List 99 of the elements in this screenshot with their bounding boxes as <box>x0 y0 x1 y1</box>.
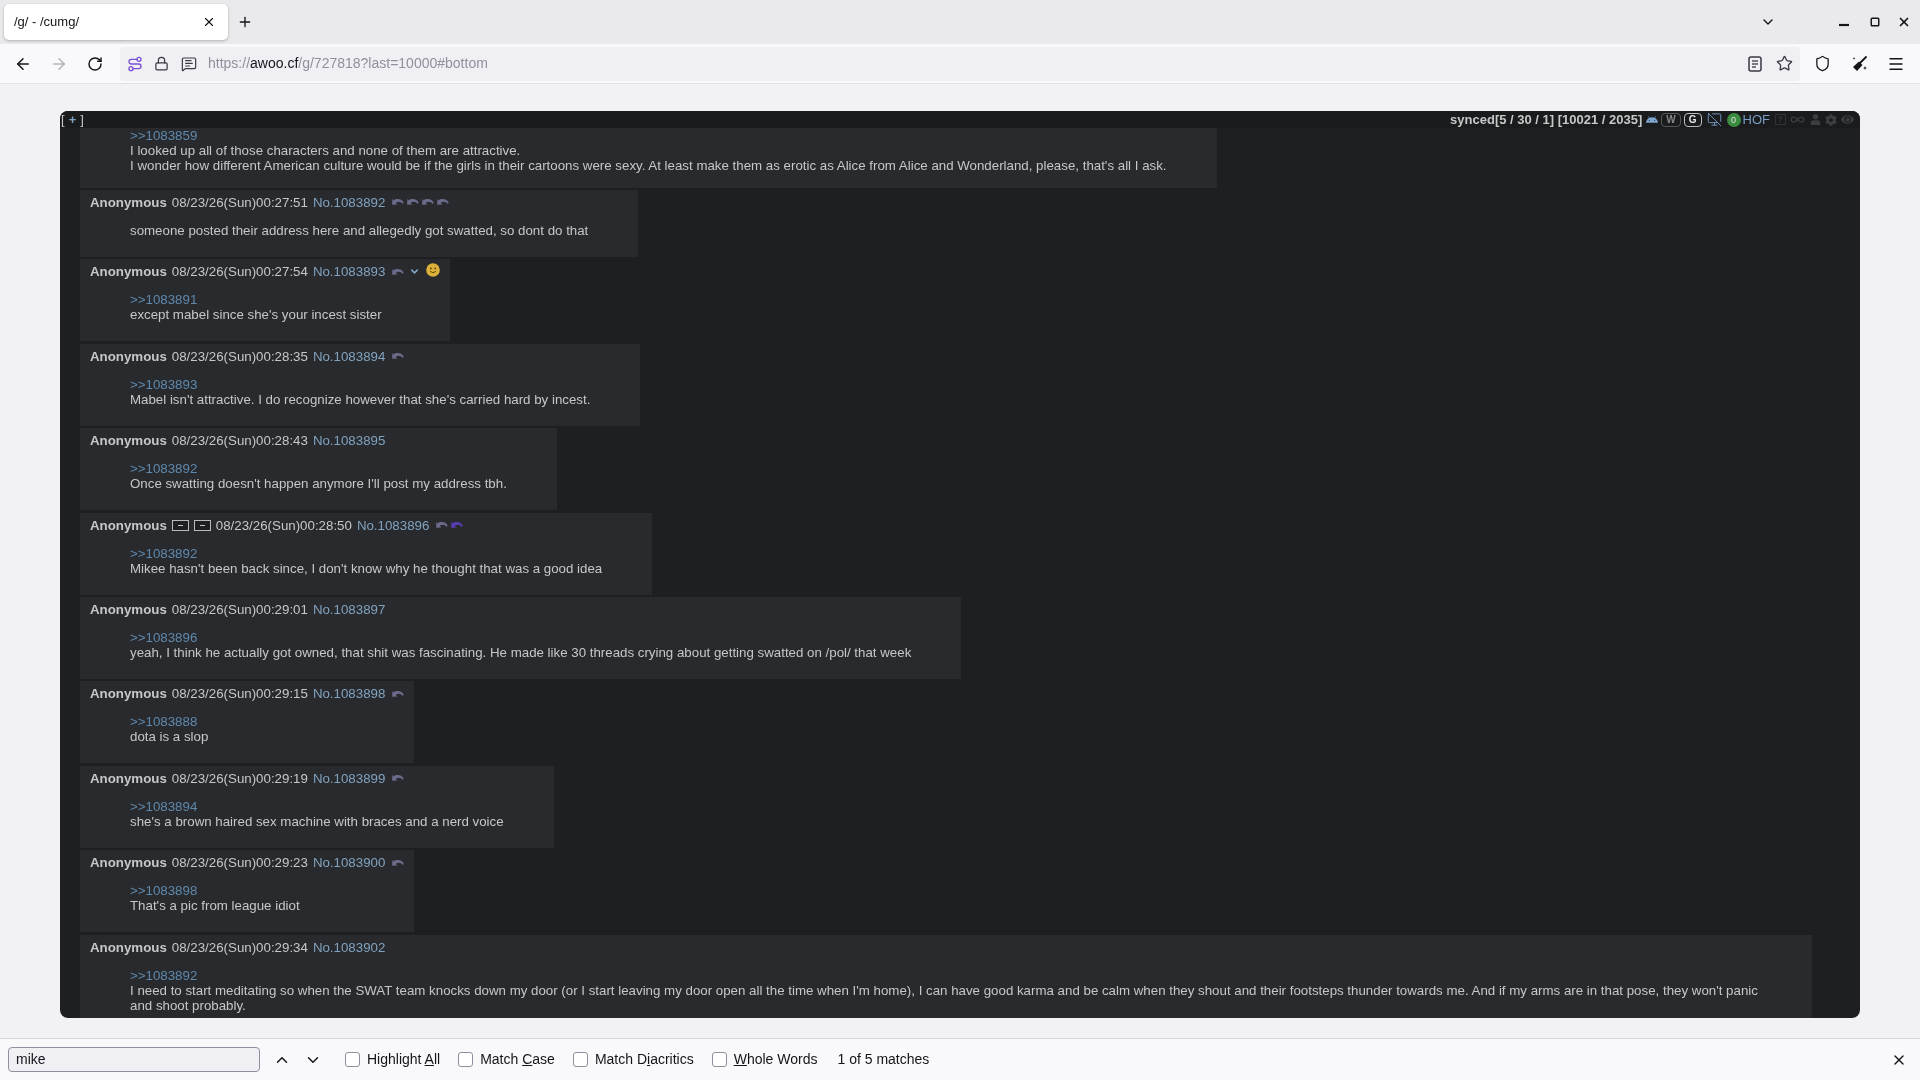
reply-arrow-icon[interactable] <box>407 198 420 207</box>
poster-name: Anonymous <box>90 939 167 955</box>
poster-name: Anonymous <box>90 264 167 280</box>
toggle-button[interactable]: W <box>1661 112 1681 127</box>
post-text: she's a brown haired sex machine with braces and a nerd voice <box>130 813 504 829</box>
checkbox[interactable] <box>711 1052 727 1067</box>
expand-bracket: ] <box>80 111 84 128</box>
new-tab-icon[interactable] <box>237 14 253 30</box>
android-icon[interactable] <box>1646 113 1659 126</box>
quote-link[interactable]: >>1083893 <box>130 376 198 392</box>
post-number-link[interactable]: No.1083897 <box>312 601 386 617</box>
post-date: 08/23/26(Sun)00:29:34 <box>171 939 308 955</box>
maximize-icon[interactable] <box>1870 17 1880 27</box>
post-text: I need to start meditating so when the SWAT team knocks down my door (or I start leaving my door open all the time when I'm home), I can have good karma and be calm when they shout and their footsteps thunder towards me. And if my arms are in that pose, they won't panic and shoot probably. <box>130 982 1758 1013</box>
post-date: 08/23/26(Sun)00:29:15 <box>171 686 308 702</box>
checkbox-label[interactable]: Whole Words <box>733 1049 818 1070</box>
post-text: someone posted their address here and allegedly got swatted, so dont do that <box>130 223 589 238</box>
post-date: 08/23/26(Sun)00:28:43 <box>171 433 308 449</box>
checkbox[interactable] <box>458 1052 474 1067</box>
post-text: except mabel since she's your incest sister <box>130 307 382 323</box>
poster-name: Anonymous <box>90 686 167 702</box>
minus-box-icon[interactable] <box>171 519 189 531</box>
post-date: 08/23/26(Sun)00:27:51 <box>171 195 308 210</box>
quote-link[interactable]: >>1083892 <box>130 461 198 477</box>
post-date: 08/23/26(Sun)00:27:54 <box>171 264 308 280</box>
match-count: 1 of 5 matches <box>837 1050 930 1069</box>
poster-name: Anonymous <box>90 770 167 786</box>
hof-link[interactable]: HOF <box>1742 111 1770 128</box>
post-date: 08/23/26(Sun)00:29:23 <box>171 855 308 871</box>
post-number-link[interactable]: No.1083898 <box>312 686 386 702</box>
reply-arrow-icon[interactable] <box>437 198 450 207</box>
reply-arrow-icon[interactable] <box>436 521 449 530</box>
close-icon[interactable] <box>1897 15 1911 29</box>
route-icon[interactable] <box>127 55 143 72</box>
post-date: 08/23/26(Sun)00:28:35 <box>171 348 308 364</box>
counter-badge: 0 <box>1726 112 1741 127</box>
reply-arrow-icon[interactable] <box>392 352 405 361</box>
reply-arrow-icon[interactable] <box>392 198 405 207</box>
reload-icon <box>87 55 103 72</box>
browser-tab[interactable]: /g/ - /cumg/ <box>4 4 228 40</box>
quote-link[interactable]: >>1083892 <box>130 545 198 561</box>
shield-icon[interactable] <box>1814 55 1831 72</box>
expand-button[interactable]: + <box>68 111 77 128</box>
broom-icon[interactable] <box>1851 54 1869 73</box>
close-icon[interactable] <box>202 15 216 29</box>
post-text: That's a pic from league idiot <box>130 898 300 914</box>
reply-arrow-icon[interactable] <box>392 689 405 698</box>
expand-bracket: [ <box>61 111 65 128</box>
poster-name: Anonymous <box>90 855 167 871</box>
post-date: 08/23/26(Sun)00:29:19 <box>171 770 308 786</box>
quote-link[interactable]: >>1083888 <box>130 714 198 730</box>
message-icon[interactable] <box>181 55 197 72</box>
post-number-link[interactable]: No.1083892 <box>312 195 386 210</box>
minus-box-icon[interactable] <box>193 519 211 531</box>
reply-arrow-icon[interactable] <box>392 267 405 276</box>
post-date: 08/23/26(Sun)00:28:50 <box>215 517 352 533</box>
quote-link[interactable]: >>1083892 <box>130 967 198 983</box>
lock-icon[interactable] <box>154 56 169 71</box>
reader-view-icon[interactable] <box>1748 55 1762 72</box>
post-number-link[interactable]: No.1083900 <box>312 855 386 871</box>
quote-link[interactable]: >>1083896 <box>130 629 198 645</box>
quote-link[interactable]: >>1083891 <box>130 292 198 308</box>
post-number-link[interactable]: No.1083899 <box>312 770 386 786</box>
quote-link[interactable]: >>1083859 <box>130 128 198 143</box>
checkbox-label[interactable]: Match Diacritics <box>594 1049 694 1070</box>
post-text: Mikee hasn't been back since, I don't know why he thought that was a good idea <box>130 560 603 576</box>
post-number-link[interactable]: No.1083896 <box>356 517 430 533</box>
poster-name: Anonymous <box>90 195 167 210</box>
checkbox-label[interactable]: Highlight All <box>367 1049 441 1070</box>
checkbox-label[interactable]: Match Case <box>480 1049 555 1070</box>
post-text: yeah, I think he actually got owned, that shit was fascinating. He made like 30 threads crying about getting swatted on /pol/ that week <box>130 644 912 660</box>
quote-link[interactable]: >>1083898 <box>130 883 198 899</box>
checkbox[interactable] <box>345 1052 360 1067</box>
post-number-link[interactable]: No.1083894 <box>312 348 386 364</box>
monitor-off-icon[interactable] <box>1706 112 1722 127</box>
checkbox[interactable] <box>572 1052 588 1067</box>
post-number-link[interactable]: No.1083895 <box>312 433 386 449</box>
post-number-link[interactable]: No.1083893 <box>312 264 386 280</box>
quote-link[interactable]: >>1083894 <box>130 798 198 814</box>
poster-name: Anonymous <box>90 348 167 364</box>
post-number-link[interactable]: No.1083902 <box>312 939 386 955</box>
post-text: Once swatting doesn't happen anymore I'll post my address tbh. <box>130 476 507 492</box>
reply-arrow-icon[interactable] <box>392 858 405 867</box>
post-text: dota is a slop <box>130 729 209 745</box>
url-field[interactable]: https://awoo.cf/g/727818?last=10000#bottom <box>120 46 1800 81</box>
poster-name: Anonymous <box>90 601 167 617</box>
find-input[interactable]: mike <box>8 1047 260 1072</box>
star-icon[interactable] <box>1776 55 1793 72</box>
toggle-button[interactable]: G <box>1683 112 1702 127</box>
reply-arrow-icon[interactable] <box>392 774 405 783</box>
poster-name: Anonymous <box>90 433 167 449</box>
post-text: Mabel isn't attractive. I do recognize however that she's carried hard by incest. <box>130 391 591 407</box>
poster-name: Anonymous <box>90 517 167 533</box>
url-text: https://awoo.cf/g/727818?last=10000#bottom <box>208 54 488 73</box>
post-text: I looked up all of those characters and none of them are attractive. <box>130 143 521 158</box>
post-text: I wonder how different American culture would be if the girls in their cartoons were sexy. At least make them as erotic as Alice from Alice and Wonderland, please, that's all I ask. <box>130 158 1167 173</box>
reply-arrow-icon[interactable] <box>422 198 435 207</box>
post-date: 08/23/26(Sun)00:29:01 <box>171 601 308 617</box>
sync-status: synced[5 / 30 / 1] [10021 / 2035] <box>1450 111 1643 128</box>
